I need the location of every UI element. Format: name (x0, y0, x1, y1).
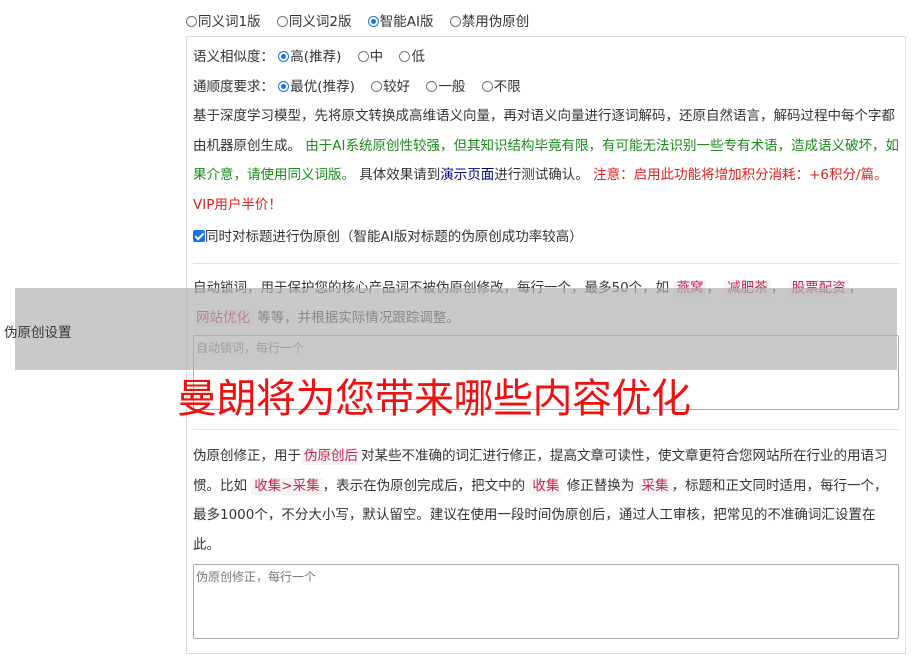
radio-selected-icon[interactable] (278, 81, 290, 92)
demo-page-link[interactable]: 演示页面 (440, 167, 494, 183)
radio-icon[interactable] (426, 81, 438, 92)
keyword-tag: 收集>采集 (251, 477, 323, 495)
radio-icon[interactable] (399, 51, 411, 62)
ai-settings-content: 语义相似度： 高(推荐) 中 低 通顺度要求： 最优(推荐) 较好 一般 不限 … (193, 37, 900, 639)
title-checkbox-label: 同时对标题进行伪原创（智能AI版对标题的伪原创成功率较高） (205, 229, 583, 245)
radio-icon[interactable] (371, 81, 383, 92)
similarity-row: 语义相似度： 高(推荐) 中 低 (193, 42, 899, 72)
radio-selected-icon[interactable] (367, 16, 379, 27)
fluency-label: 通顺度要求： (193, 79, 274, 95)
title-checkbox-row[interactable]: 同时对标题进行伪原创（智能AI版对标题的伪原创成功率较高） (193, 222, 899, 252)
ai-description: 基于深度学习模型，先将原文转换成高维语义向量，再对语义向量进行逐词解码，还原自然… (193, 108, 900, 213)
mode-radio-group: 同义词1版 同义词2版 智能AI版 禁用伪原创 (186, 10, 541, 30)
similarity-medium[interactable]: 中 (357, 49, 383, 65)
example-word: 股票配资 (788, 280, 849, 297)
radio-icon[interactable] (481, 81, 493, 92)
divider (193, 263, 899, 264)
lock-words-description: 自动锁词，用于保护您的核心产品词不被伪原创修改，每行一个，最多50个，如 燕窝，… (193, 280, 863, 327)
fluency-normal[interactable]: 一般 (426, 79, 465, 95)
fluency-row: 通顺度要求： 最优(推荐) 较好 一般 不限 (193, 72, 899, 102)
example-word: 网站优化 (193, 309, 253, 327)
example-word: 减肥茶 (724, 280, 771, 297)
correction-input[interactable] (193, 564, 899, 639)
divider (193, 429, 899, 430)
fluency-good[interactable]: 较好 (371, 79, 410, 95)
fluency-best[interactable]: 最优(推荐) (278, 79, 355, 95)
radio-selected-icon[interactable] (278, 51, 290, 62)
keyword-tag: 收集 (529, 477, 563, 495)
mode-option-disable[interactable]: 禁用伪原创 (449, 14, 529, 30)
radio-icon[interactable] (357, 51, 369, 62)
mode-option-ai[interactable]: 智能AI版 (367, 14, 434, 30)
correction-description: 伪原创修正，用于 伪原创后 对某些不准确的词汇进行修正，提高文章可读性，使文章更符合… (193, 448, 888, 553)
keyword-tag: 采集 (638, 477, 672, 495)
keyword-tag: 伪原创后 (301, 448, 361, 465)
similarity-label: 语义相似度： (193, 49, 274, 65)
radio-icon[interactable] (449, 16, 461, 27)
mode-option-synonym1[interactable]: 同义词1版 (186, 14, 261, 30)
radio-icon[interactable] (186, 16, 197, 27)
fluency-any[interactable]: 不限 (481, 79, 521, 95)
similarity-high[interactable]: 高(推荐) (278, 49, 341, 65)
checkbox-checked-icon[interactable] (193, 230, 205, 242)
ai-settings-panel: 语义相似度： 高(推荐) 中 低 通顺度要求： 最优(推荐) 较好 一般 不限 … (186, 36, 906, 654)
similarity-low[interactable]: 低 (399, 49, 425, 65)
mode-option-synonym2[interactable]: 同义词2版 (276, 14, 351, 30)
example-word: 燕窝 (673, 280, 707, 297)
overlay-title: 曼朗将为您带来哪些内容优化 (177, 376, 691, 422)
radio-icon[interactable] (276, 16, 288, 27)
section-label: 伪原创设置 (4, 325, 72, 341)
